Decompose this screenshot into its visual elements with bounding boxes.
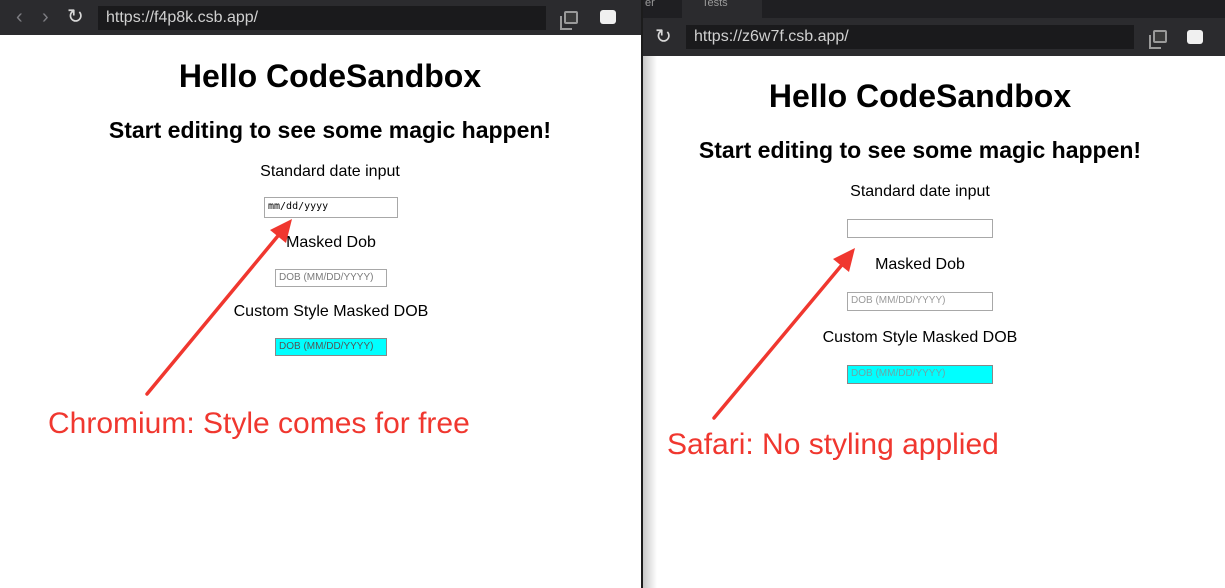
annotation-chromium: Chromium: Style comes for free bbox=[48, 407, 470, 440]
annotation-arrow-right bbox=[712, 248, 855, 420]
annotation-arrow-left bbox=[145, 219, 292, 396]
annotation-safari: Safari: No styling applied bbox=[667, 428, 999, 461]
